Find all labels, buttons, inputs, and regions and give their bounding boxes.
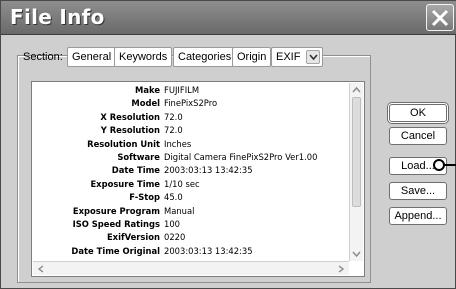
- tab-origin[interactable]: Origin: [232, 47, 272, 67]
- cancel-button[interactable]: Cancel: [389, 127, 447, 145]
- exif-key: Date Time: [111, 165, 160, 176]
- exif-value: 72.0: [164, 125, 183, 136]
- arrow-right-icon[interactable]: [335, 263, 347, 275]
- exif-row: Exposure Program Manual: [32, 205, 350, 218]
- exif-key: Resolution Unit: [87, 138, 160, 149]
- exif-row: ExifVersion 0220: [32, 231, 350, 244]
- close-icon: [431, 9, 449, 27]
- exif-key: F-Stop: [129, 192, 160, 203]
- save-button[interactable]: Save...: [389, 182, 447, 200]
- exif-row: X Resolution 72.0: [32, 111, 350, 124]
- section-select-value: EXIF: [276, 51, 301, 63]
- dropdown-button[interactable]: [306, 50, 320, 64]
- tab-keywords[interactable]: Keywords: [114, 47, 173, 67]
- exif-row: F-Stop 45.0: [32, 191, 350, 204]
- vertical-scrollbar[interactable]: [349, 83, 363, 261]
- file-info-dialog: File Info Section: General Keywords Cate…: [0, 0, 456, 289]
- exif-row: Y Resolution 72.0: [32, 124, 350, 137]
- exif-value: 45.0: [164, 192, 183, 203]
- exif-value: Manual: [164, 205, 195, 216]
- exif-key: Exposure Time: [90, 178, 160, 189]
- dialog-title: File Info: [10, 5, 105, 29]
- exif-key: Make: [134, 85, 160, 95]
- exif-value: Digital Camera FinePixS2Pro Ver1.00: [164, 151, 318, 162]
- exif-row: Make FUJIFILM: [32, 84, 350, 97]
- close-button[interactable]: [426, 4, 454, 31]
- ok-button[interactable]: OK: [389, 104, 447, 122]
- exif-rows: Make FUJIFILM Model FinePixS2Pro X Resolutio…: [32, 84, 350, 258]
- exif-key: Software: [117, 151, 160, 162]
- exif-key: Model: [131, 98, 160, 109]
- append-button[interactable]: Append...: [389, 207, 447, 225]
- section-select[interactable]: EXIF: [271, 47, 323, 67]
- exif-row: ISO Speed Ratings 100: [32, 218, 350, 231]
- exif-key: X Resolution: [100, 111, 160, 122]
- exif-row: Date Time 2003:03:13 13:42:35: [32, 164, 350, 177]
- exif-key: ISO Speed Ratings: [72, 218, 160, 229]
- exif-row: Exposure Time 1/10 sec: [32, 178, 350, 191]
- exif-list[interactable]: Make FUJIFILM Model FinePixS2Pro X Resolutio…: [31, 81, 365, 277]
- exif-value: 2003:03:13 13:42:35: [164, 245, 253, 256]
- exif-row: Date Time Original 2003:03:13 13:42:35: [32, 245, 350, 258]
- exif-key: Exposure Program: [72, 205, 160, 216]
- chevron-down-icon: [309, 54, 318, 61]
- exif-value: 2003:03:13 13:42:35: [164, 165, 253, 176]
- exif-value: Inches: [164, 138, 192, 149]
- tab-categories[interactable]: Categories: [173, 47, 237, 67]
- section-label: Section:: [23, 51, 63, 63]
- exif-value: 1/10 sec: [164, 178, 200, 189]
- title-bar: File Info: [1, 1, 456, 35]
- scroll-thumb[interactable]: [352, 97, 361, 207]
- horizontal-scrollbar[interactable]: [33, 261, 349, 275]
- exif-value: FinePixS2Pro: [164, 98, 218, 109]
- exif-row: Software Digital Camera FinePixS2Pro Ver1…: [32, 151, 350, 164]
- exif-key: Y Resolution: [100, 125, 160, 136]
- exif-row: Model FinePixS2Pro: [32, 97, 350, 110]
- exif-value: FUJIFILM: [164, 85, 200, 95]
- exif-key: Date Time Original: [71, 245, 160, 256]
- arrow-down-icon[interactable]: [350, 248, 363, 260]
- tab-general[interactable]: General: [67, 47, 117, 67]
- arrow-up-icon[interactable]: [350, 84, 363, 96]
- exif-key: ExifVersion: [106, 232, 160, 243]
- exif-value: 0220: [164, 232, 186, 243]
- exif-row: Resolution Unit Inches: [32, 138, 350, 151]
- exif-value: 100: [164, 218, 180, 229]
- exif-value: 72.0: [164, 111, 183, 122]
- arrow-left-icon[interactable]: [35, 263, 47, 275]
- callout-marker: [433, 159, 445, 171]
